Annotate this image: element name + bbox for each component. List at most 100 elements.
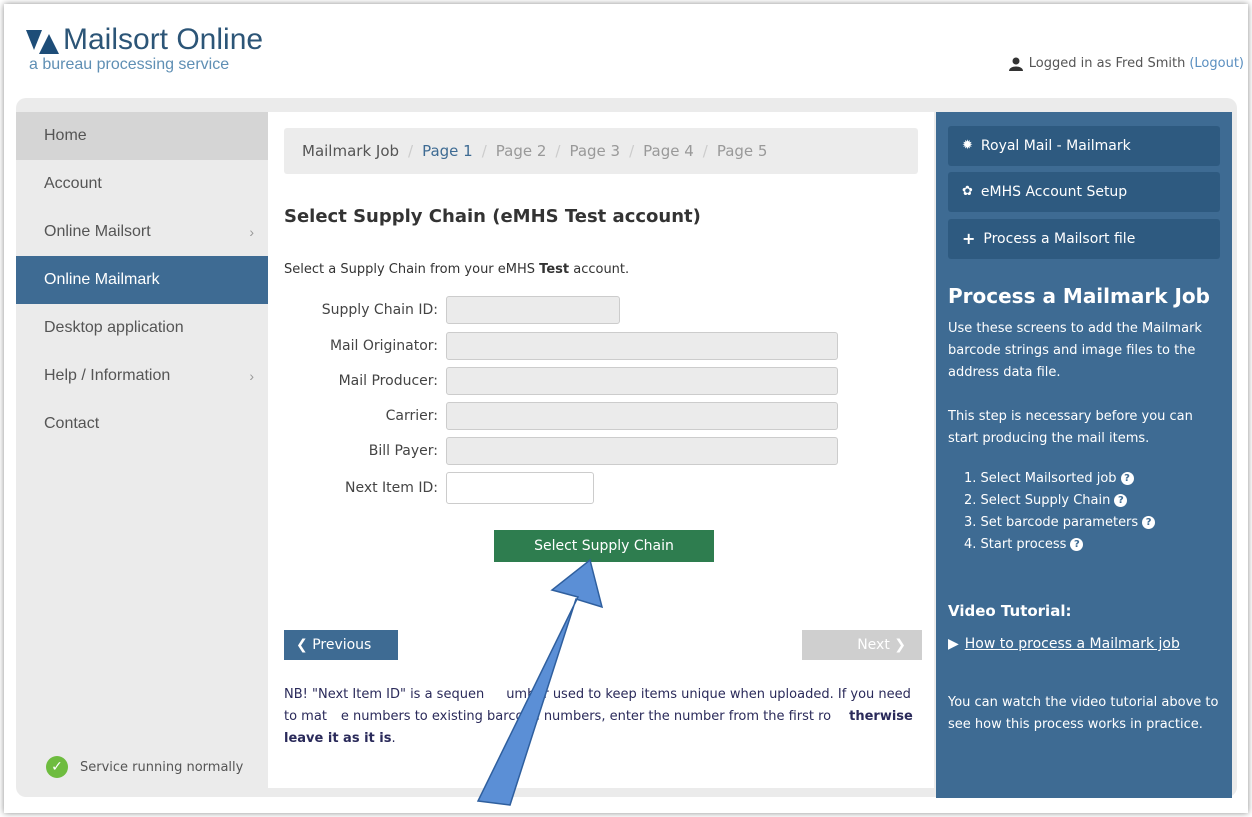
previous-button[interactable]: ❮ Previous	[284, 630, 398, 660]
form-row-supply-chain-id: Supply Chain ID:	[268, 296, 620, 324]
main-content: Mailmark Job / Page 1 / Page 2 / Page 3 …	[268, 112, 934, 788]
header: Mailsort Online a bureau processing serv…	[4, 4, 1248, 92]
question-icon[interactable]: ?	[1120, 472, 1134, 485]
form-row-mail-originator: Mail Originator:	[268, 332, 838, 360]
breadcrumb-item-page-2[interactable]: Page 2	[496, 142, 547, 160]
sidebar-item-desktop-application[interactable]: Desktop application	[16, 304, 268, 352]
field-label: Next Item ID:	[344, 480, 438, 496]
step-item: 4. Start process?	[964, 534, 1155, 556]
breadcrumb-item-mailmark-job[interactable]: Mailmark Job	[302, 142, 399, 160]
next-button[interactable]: Next ❯	[802, 630, 922, 660]
royal-mail-mailmark-button[interactable]: ✹ Royal Mail - Mailmark	[948, 126, 1220, 166]
breadcrumb-separator: /	[629, 142, 635, 160]
plus-icon: +	[962, 229, 976, 248]
sidebar: Home Account Online Mailsort › Online Mai…	[16, 112, 268, 448]
panel-description: This step is necessary before you can st…	[948, 409, 1193, 446]
breadcrumb-separator: /	[408, 142, 414, 160]
breadcrumb-item-page-5[interactable]: Page 5	[717, 142, 768, 160]
sidebar-item-label: Help / Information	[44, 367, 171, 384]
app-title: Mailsort Online	[63, 23, 264, 56]
check-circle-icon: ✓	[46, 756, 68, 778]
sidebar-item-contact[interactable]: Contact	[16, 400, 268, 448]
gear-icon: ✹	[962, 138, 973, 153]
next-label: Next	[857, 637, 890, 653]
sidebar-item-online-mailmark[interactable]: Online Mailmark	[16, 256, 268, 304]
breadcrumb-item-page-1[interactable]: Page 1	[422, 142, 473, 160]
sidebar-item-label: Home	[44, 127, 87, 144]
field-label: Bill Payer:	[368, 443, 438, 459]
chevron-left-icon: ❮	[296, 637, 313, 653]
sidebar-item-online-mailsort[interactable]: Online Mailsort ›	[16, 208, 268, 256]
select-supply-chain-button[interactable]: Select Supply Chain	[494, 530, 714, 562]
step-item: 3. Set barcode parameters?	[964, 512, 1156, 534]
question-icon[interactable]: ?	[1070, 538, 1084, 551]
button-label: Royal Mail - Mailmark	[980, 138, 1131, 154]
carrier-field[interactable]	[446, 402, 838, 430]
note-text: e numbers to existing barcode numbers, e…	[340, 709, 832, 724]
button-label: Process a Mailsort file	[983, 231, 1136, 247]
login-text: Logged in as Fred Smith	[1028, 56, 1186, 71]
breadcrumb-item-page-4[interactable]: Page 4	[643, 142, 694, 160]
emhs-account-setup-button[interactable]: ✿ eMHS Account Setup	[948, 172, 1220, 212]
video-description: You can watch the video tutorial above t…	[948, 695, 1219, 732]
field-label: Supply Chain ID:	[321, 302, 438, 318]
sidebar-item-label: Contact	[44, 415, 100, 432]
step-item: 2. Select Supply Chain?	[964, 490, 1155, 512]
breadcrumb: Mailmark Job / Page 1 / Page 2 / Page 3 …	[284, 128, 918, 174]
field-label: Mail Producer:	[338, 373, 438, 389]
step-label: 1. Select Mailsorted job	[964, 471, 1117, 486]
chevron-right-icon: ›	[249, 368, 254, 384]
play-icon: ▶	[948, 636, 959, 652]
sidebar-item-account[interactable]: Account	[16, 160, 268, 208]
question-icon[interactable]: ?	[1114, 494, 1128, 507]
sidebar-item-help[interactable]: Help / Information ›	[16, 352, 268, 400]
form-row-mail-producer: Mail Producer:	[268, 367, 838, 395]
breadcrumb-item-page-3[interactable]: Page 3	[569, 142, 620, 160]
video-tutorial-link[interactable]: ▶ How to process a Mailmark job	[948, 636, 1180, 652]
sidebar-item-label: Online Mailsort	[44, 223, 151, 240]
sidebar-item-home[interactable]: Home	[16, 112, 268, 160]
panel-description: Use these screens to add the Mailmark ba…	[948, 321, 1202, 380]
step-label: 4. Start process	[964, 537, 1067, 552]
intro-text-part: account.	[569, 262, 630, 277]
question-icon[interactable]: ?	[1142, 516, 1156, 529]
logout-link[interactable]: (Logout)	[1189, 56, 1244, 71]
status-text: Service running normally	[80, 759, 244, 775]
note-text: NB! "Next Item ID" is a sequen	[284, 687, 485, 702]
breadcrumb-separator: /	[702, 142, 708, 160]
mail-originator-field[interactable]	[446, 332, 838, 360]
service-status: ✓ Service running normally	[46, 756, 243, 778]
chevron-right-icon: ›	[249, 224, 254, 240]
breadcrumb-separator: /	[481, 142, 487, 160]
sidebar-item-label: Account	[44, 175, 102, 192]
process-mailsort-file-button[interactable]: + Process a Mailsort file	[948, 219, 1220, 259]
breadcrumb-separator: /	[555, 142, 561, 160]
field-label: Mail Originator:	[329, 338, 438, 354]
next-item-id-input[interactable]	[446, 472, 594, 504]
intro-text-bold: Test	[539, 262, 570, 277]
logo[interactable]: Mailsort Online a bureau processing serv…	[26, 23, 264, 74]
video-link-label: How to process a Mailmark job	[964, 636, 1180, 652]
form-row-carrier: Carrier:	[268, 402, 838, 430]
cog-icon: ✿	[962, 184, 973, 199]
intro-text-part: Select a Supply Chain from your eMHS	[284, 262, 540, 277]
logo-triangles-icon	[26, 30, 59, 54]
app-frame: Mailsort Online a bureau processing serv…	[4, 4, 1248, 813]
note-text: .	[391, 731, 396, 746]
supply-chain-id-field[interactable]	[446, 296, 620, 324]
previous-label: Previous	[312, 637, 372, 653]
sidebar-item-label: Online Mailmark	[44, 271, 160, 288]
step-label: 2. Select Supply Chain	[964, 493, 1111, 508]
form-row-bill-payer: Bill Payer:	[268, 437, 838, 465]
field-label: Carrier:	[385, 408, 438, 424]
next-item-note: NB! "Next Item ID" is a sequen umber used…	[284, 684, 924, 750]
app-subtitle: a bureau processing service	[29, 56, 230, 73]
steps-list: 1. Select Mailsorted job? 2. Select Supp…	[964, 468, 1156, 556]
bill-payer-field[interactable]	[446, 437, 838, 465]
mail-producer-field[interactable]	[446, 367, 838, 395]
form-row-next-item-id: Next Item ID:	[268, 472, 594, 504]
panel-title: Process a Mailmark Job	[948, 284, 1210, 308]
intro-text: Select a Supply Chain from your eMHS Tes…	[284, 262, 629, 277]
step-item: 1. Select Mailsorted job?	[964, 468, 1155, 490]
help-panel: ✹ Royal Mail - Mailmark ✿ eMHS Account Set…	[936, 112, 1232, 798]
